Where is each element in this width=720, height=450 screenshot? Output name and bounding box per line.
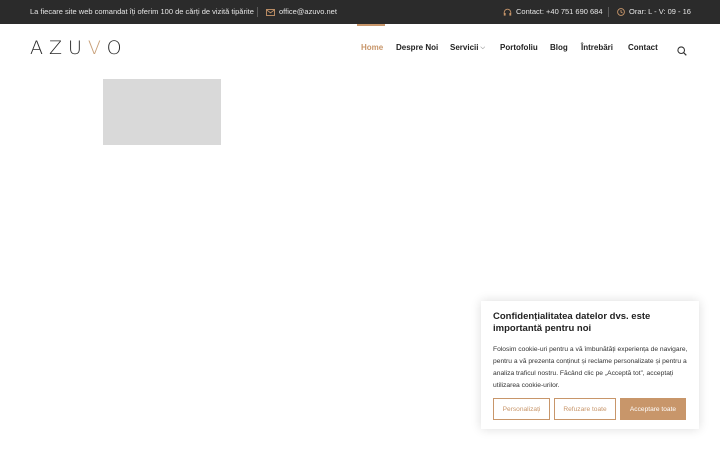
headset-icon (503, 8, 512, 16)
logo-text: AZU (30, 37, 88, 59)
search-icon (677, 46, 687, 56)
nav-item-portofoliu[interactable]: Portofoliu (500, 43, 538, 53)
accept-all-button[interactable]: Acceptare toate (620, 398, 686, 420)
phone-link[interactable]: Contact: +40 751 690 684 (503, 0, 603, 24)
phone-text: Contact: +40 751 690 684 (516, 7, 603, 16)
logo-accent-letter: V (87, 37, 107, 59)
clock-icon (617, 8, 625, 16)
nav-active-indicator (357, 24, 385, 26)
site-header: AZUVO Home Despre Noi Servicii ⌵ Portofol… (0, 24, 720, 72)
email-text: office@azuvo.net (279, 7, 337, 16)
nav-item-home[interactable]: Home (361, 43, 383, 53)
customize-button[interactable]: Personalizați (493, 398, 550, 420)
nav-item-despre-noi[interactable]: Despre Noi (396, 43, 438, 53)
cookie-buttons: Personalizați Refuzare toate Acceptare t… (493, 398, 686, 420)
topbar-divider (257, 7, 258, 17)
nav-item-servicii-label: Servicii (450, 43, 479, 52)
nav-item-contact[interactable]: Contact (628, 43, 658, 53)
nav-item-blog[interactable]: Blog (550, 43, 568, 53)
site-logo[interactable]: AZUVO (30, 37, 128, 59)
search-button[interactable] (677, 43, 687, 56)
hours-text: Orar: L - V: 09 - 16 (629, 7, 691, 16)
nav-item-intrebari[interactable]: Întrebări (581, 43, 613, 53)
logo-text-end: O (106, 37, 128, 59)
cookie-consent-banner: Confidențialitatea datelor dvs. este imp… (481, 301, 699, 429)
cookie-title: Confidențialitatea datelor dvs. este imp… (493, 311, 651, 334)
opening-hours: Orar: L - V: 09 - 16 (617, 0, 691, 24)
mail-icon (266, 8, 275, 16)
email-link[interactable]: office@azuvo.net (266, 0, 337, 24)
chevron-down-icon: ⌵ (480, 45, 486, 51)
nav-item-servicii[interactable]: Servicii ⌵ (450, 43, 485, 53)
image-placeholder (103, 79, 221, 145)
promo-text: La fiecare site web comandat îți oferim … (30, 7, 254, 16)
reject-all-button[interactable]: Refuzare toate (554, 398, 616, 420)
top-info-bar: La fiecare site web comandat îți oferim … (0, 0, 720, 24)
cookie-description: Folosim cookie-uri pentru a vă îmbunătăț… (493, 346, 688, 389)
topbar-divider (608, 7, 609, 17)
